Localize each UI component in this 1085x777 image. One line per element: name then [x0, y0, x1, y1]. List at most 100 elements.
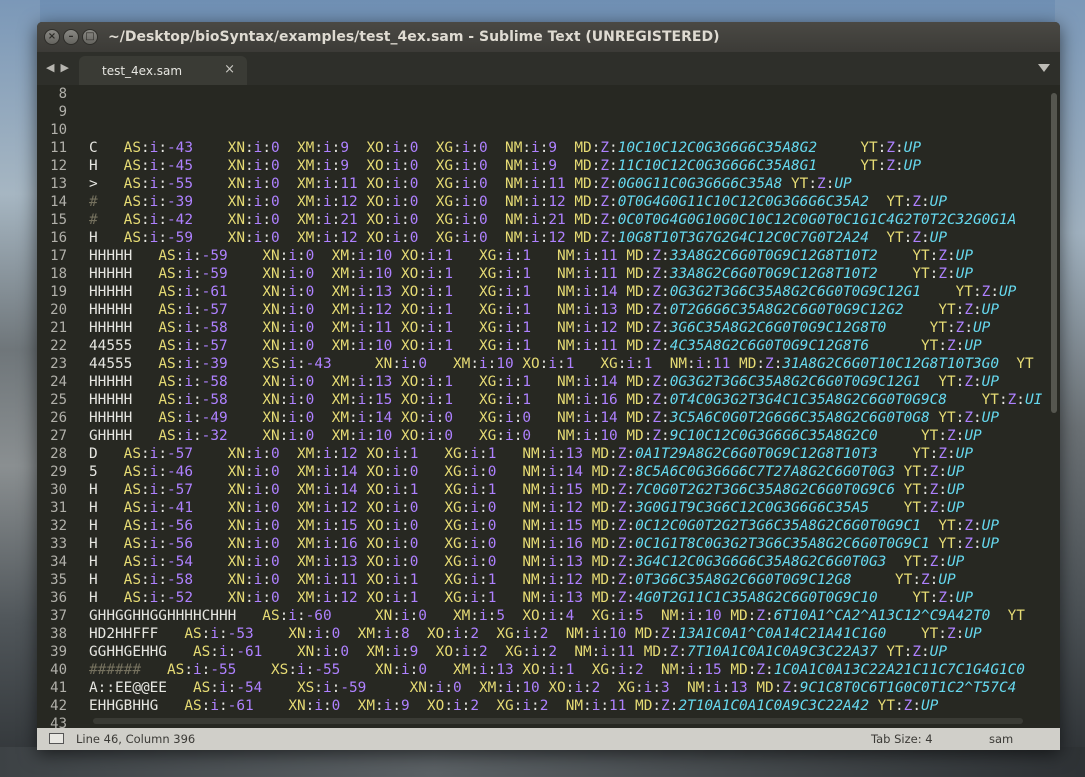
tag-value: -42	[167, 212, 193, 228]
qual-text	[453, 392, 479, 408]
tag-value: 9	[548, 158, 558, 174]
qual-text: :	[210, 644, 219, 660]
tag-name: XO	[401, 374, 419, 390]
tab-navigation: ◀ ▶	[46, 61, 69, 74]
qual-text	[280, 590, 297, 606]
tag-name: NM	[557, 392, 575, 408]
tag-name: XM	[297, 158, 315, 174]
qual-text: :	[279, 338, 289, 354]
qual-text	[479, 626, 496, 642]
tag-name: NM	[522, 464, 540, 480]
qual-text: :	[140, 482, 150, 498]
tag-name: YT	[938, 302, 956, 318]
tag-type: i	[184, 374, 193, 390]
editor-area[interactable]: 8 9 10 11 12 13 14 15 16 17 18 19 20 21 22 23 24 25 26 27 28…	[37, 85, 1060, 728]
tag-type: i	[531, 230, 540, 246]
tag-value: -56	[167, 536, 193, 552]
qual-text	[496, 536, 522, 552]
tag-type: Z	[912, 644, 921, 660]
qual-text	[228, 356, 263, 372]
close-window-button[interactable]: ×	[44, 29, 60, 45]
qual-text: :	[938, 464, 947, 480]
tag-name: AS	[123, 500, 141, 516]
qual-text	[418, 230, 435, 246]
qual-text: :	[314, 536, 323, 552]
tag-name: AS	[158, 302, 176, 318]
tag-value: 13	[730, 680, 748, 696]
line-number: 12	[50, 158, 67, 174]
window-title: ~/Desktop/bioSyntax/examples/test_4ex.sa…	[108, 29, 720, 45]
tab-size-selector[interactable]: Tab Size: 4	[871, 732, 933, 746]
code-line: HHHHH AS:i:-59 XN:i:0 XM:i:10 XO:i:1 XG:…	[89, 247, 973, 265]
title-bar[interactable]: × – □ ~/Desktop/bioSyntax/examples/test_…	[37, 22, 1060, 52]
tag-value: 1	[444, 392, 454, 408]
tag-name: MD	[591, 590, 610, 606]
qual-text	[488, 158, 505, 174]
qual-text	[193, 446, 228, 462]
qual-text: :	[955, 302, 965, 318]
tag-value: 0	[479, 140, 488, 156]
triangle-down-icon[interactable]	[1038, 64, 1050, 72]
vertical-scrollbar[interactable]	[1051, 93, 1057, 413]
line-number: 34	[50, 554, 67, 570]
tag-name: XG	[444, 446, 462, 462]
code-line: H AS:i:-54 XN:i:0 XM:i:13 XO:i:0 XG:i:0 …	[89, 553, 964, 571]
yt-value: UP	[964, 626, 982, 642]
horizontal-scrollbar[interactable]	[93, 718, 1023, 724]
qual-text	[236, 662, 271, 678]
qual-text: :	[158, 536, 167, 552]
tag-type: i	[427, 374, 436, 390]
code-view[interactable]: C AS:i:-43 XN:i:0 XM:i:9 XO:i:0 XG:i:0 N…	[89, 85, 1047, 728]
tag-value: 10	[609, 626, 627, 642]
qual-text	[418, 536, 444, 552]
tab-test-4ex-sam[interactable]: test_4ex.sam ×	[79, 56, 247, 85]
qual-text: :	[955, 410, 965, 426]
tag-value: 1	[522, 266, 532, 282]
tag-name: AS	[123, 590, 141, 606]
previous-tab-icon[interactable]: ◀	[46, 61, 54, 74]
tag-type: i	[296, 662, 306, 678]
tag-name: XN	[227, 554, 245, 570]
qual-text: :	[366, 248, 375, 264]
qual-text	[280, 176, 297, 192]
tag-value: -61	[227, 698, 254, 714]
qual-text: :	[175, 410, 185, 426]
qual-text	[228, 284, 263, 300]
panel-toggle-icon[interactable]	[49, 733, 64, 744]
tag-type: i	[470, 536, 480, 552]
tag-name: XN	[227, 446, 245, 462]
qual-text	[531, 374, 557, 390]
yt-value: UP	[955, 248, 973, 264]
line-number: 28	[50, 446, 67, 462]
tag-name: NM	[557, 428, 575, 444]
maximize-window-button[interactable]: □	[82, 29, 98, 45]
line-number: 16	[50, 230, 67, 246]
qual-text: :	[661, 392, 670, 408]
qual-text: :	[453, 230, 462, 246]
minimize-window-button[interactable]: –	[63, 29, 79, 45]
tag-type: i	[323, 554, 332, 570]
qual-text: :	[305, 626, 315, 642]
syntax-selector[interactable]: sam	[989, 732, 1013, 746]
tag-type: i	[184, 266, 193, 282]
tag-type: i	[184, 428, 193, 444]
qual-text	[531, 392, 557, 408]
qual-text: :	[158, 554, 167, 570]
next-tab-icon[interactable]: ▶	[60, 61, 68, 74]
tag-name: XM	[297, 176, 315, 192]
qual-text: :	[418, 392, 427, 408]
tag-name: MD	[574, 158, 592, 174]
md-string: 8C5A6C0G3G6G6C7T27A8G2C6G0T0G3	[635, 464, 895, 480]
tag-name: XO	[401, 428, 419, 444]
tag-type: i	[548, 608, 557, 624]
qual-text: :	[756, 356, 766, 372]
qual-text	[314, 302, 331, 318]
qual-text: :	[348, 410, 358, 426]
qual-text: :	[262, 140, 271, 156]
qual-text: :	[557, 590, 566, 606]
qual-text: :	[366, 410, 375, 426]
qual-text: D	[89, 446, 124, 462]
qual-text: :	[401, 500, 410, 516]
qual-text: :	[296, 284, 306, 300]
tab-close-icon[interactable]: ×	[224, 62, 235, 77]
